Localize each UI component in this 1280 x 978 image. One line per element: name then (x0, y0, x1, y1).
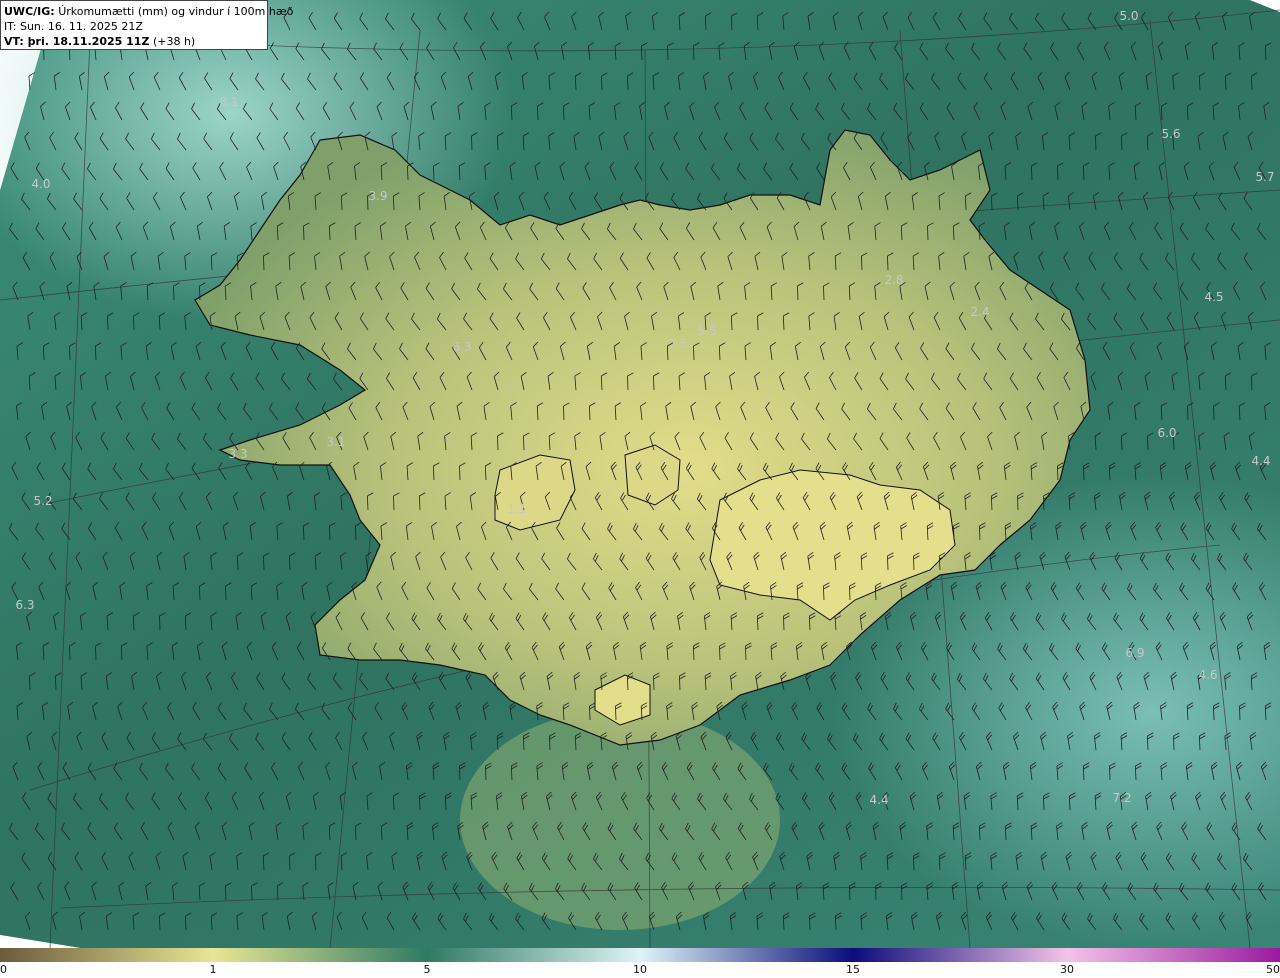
precip-value-label: 4.4 (1251, 454, 1270, 468)
precip-value-label: 3.3 (228, 447, 247, 461)
colorbar-tick-label: 5 (423, 963, 431, 976)
map-canvas: 5.0 8.1 5.6 5.7 4.0 3.9 2.8 4.5 2.4 5.5 2.5 6.3 6.0 3… (0, 0, 1280, 948)
map-title-box: UWC/IG: Úrkomumætti (mm) og vindur í 100… (0, 0, 293, 50)
colorbar-tick-label: 30 (1060, 963, 1074, 976)
precip-value-label: 8.1 (219, 95, 238, 109)
colorbar-tick-label: 0 (0, 963, 7, 976)
precip-value-label: 2.4 (970, 305, 989, 319)
precip-value-label: 4.4 (869, 793, 888, 807)
precip-colorbar (0, 948, 1280, 962)
precip-value-label: 6.3 (452, 340, 471, 354)
forecast-map: 5.0 8.1 5.6 5.7 4.0 3.9 2.8 4.5 2.4 5.5 2.5 6.3 6.0 3… (0, 0, 1280, 978)
colorbar-tick-label: 10 (633, 963, 647, 976)
precip-value-label: 4.6 (1198, 668, 1217, 682)
precip-value-label: 5.7 (1255, 170, 1274, 184)
precip-value-label: 5.2 (33, 494, 52, 508)
precip-value-label: 2.5 (668, 337, 687, 351)
precip-value-label: 5.6 (1161, 127, 1180, 141)
precip-value-label: 1.1 (507, 502, 526, 516)
valid-time: VT: þri. 18.11.2025 11Z (4, 35, 150, 48)
precip-value-label: 6.3 (15, 598, 34, 612)
title-row: UWC/IG: Úrkomumætti (mm) og vindur í 100… (4, 4, 293, 19)
colorbar-tick-label: 1 (209, 963, 217, 976)
model-name: UWC/IG: (4, 5, 55, 18)
precip-value-label: 3.9 (368, 189, 387, 203)
precip-value-label: 3.1 (326, 435, 345, 449)
precip-value-label: 6.0 (1157, 426, 1176, 440)
forecast-offset: (+38 h) (152, 35, 196, 48)
init-time: IT: Sun. 16. 11. 2025 21Z (4, 20, 143, 33)
precip-value-label: 5.5 (697, 324, 716, 338)
precip-value-label: 5.0 (1119, 9, 1138, 23)
precip-value-label: 6.9 (1125, 646, 1144, 660)
precip-value-label: 4.5 (1204, 290, 1223, 304)
precip-value-label: 7.2 (1112, 791, 1131, 805)
colorbar-tick-label: 15 (845, 963, 860, 976)
map-title: Úrkomumætti (mm) og vindur í 100m hæð (58, 5, 294, 18)
valid-time-row: VT: þri. 18.11.2025 11Z (+38 h) (4, 34, 264, 49)
precip-value-label: 4.0 (31, 177, 50, 191)
colorbar-tick-label: 50 (1266, 963, 1280, 976)
precip-value-label: 2.8 (884, 273, 903, 287)
